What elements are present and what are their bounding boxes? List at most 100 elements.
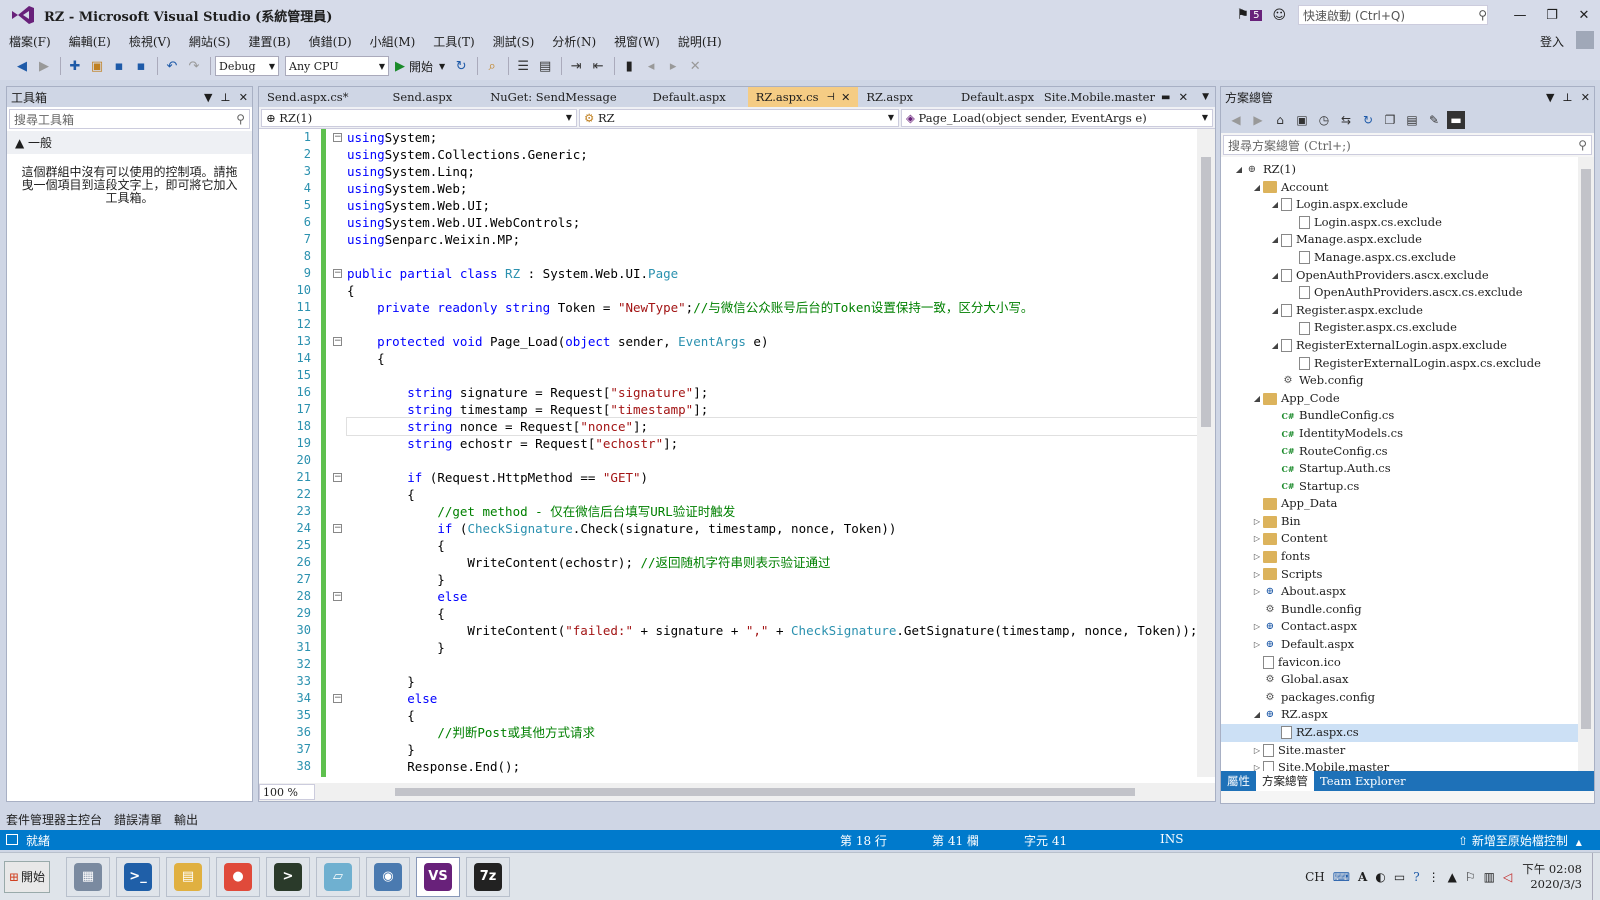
show-desktop-button[interactable] [1592, 853, 1600, 900]
pin-icon[interactable]: ⊥ [1562, 91, 1572, 104]
tree-item[interactable]: C# RouteConfig.cs [1221, 443, 1594, 461]
tab-send-aspx[interactable]: Send.aspx [384, 87, 460, 107]
tree-item[interactable]: RegisterExternalLogin.aspx.cs.exclude [1221, 355, 1594, 373]
code-line[interactable]: private readonly string Token = "NewType… [347, 299, 1197, 316]
sign-in-link[interactable]: 登入 [1540, 33, 1564, 50]
code-line[interactable] [347, 316, 1197, 333]
code-line[interactable]: if (Request.HttpMethod == "GET") [347, 469, 1197, 486]
code-line[interactable]: string echostr = Request["echostr"]; [347, 435, 1197, 452]
add-to-source-control-button[interactable]: ⇧ 新增至原始檔控制 ▲ [1458, 832, 1582, 849]
code-line[interactable] [347, 452, 1197, 469]
tree-item[interactable]: ⚙ Bundle.config [1221, 601, 1594, 619]
menu-build[interactable]: 建置(B) [239, 33, 299, 50]
collapse-icon[interactable]: − [333, 592, 342, 601]
action-center-flag-icon[interactable]: ⚐ [1465, 870, 1476, 884]
ime-icon[interactable]: ⌨ [1333, 870, 1350, 884]
code-line[interactable]: WriteContent(echostr); //返回随机字符串则表示验证通过 [347, 554, 1197, 571]
keyboard-icon[interactable]: ▭ [1394, 870, 1405, 884]
pin-icon[interactable]: ▬ [1161, 92, 1170, 103]
expanded-icon[interactable]: ◢ [1251, 179, 1263, 197]
expanded-icon[interactable]: ◢ [1269, 337, 1281, 355]
code-line[interactable]: { [347, 707, 1197, 724]
show-all-files-icon[interactable]: ▤ [1403, 111, 1421, 129]
new-project-icon[interactable]: ✚ [65, 56, 85, 76]
tree-item[interactable]: Manage.aspx.cs.exclude [1221, 249, 1594, 267]
editor-vertical-scrollbar[interactable] [1197, 129, 1215, 777]
solution-vertical-scrollbar[interactable] [1578, 157, 1594, 771]
expanded-icon[interactable]: ◢ [1269, 231, 1281, 249]
platform-dropdown[interactable]: Any CPU ▼ [285, 56, 389, 76]
volume-icon[interactable]: ◁ [1503, 870, 1512, 884]
tree-item[interactable]: ◢ Manage.aspx.exclude [1221, 231, 1594, 249]
zoom-dropdown[interactable]: 100 % [259, 784, 315, 800]
menu-analyze[interactable]: 分析(N) [543, 33, 605, 50]
next-bookmark-icon[interactable]: ▸ [663, 56, 683, 76]
options-icon[interactable]: ⋮ [1428, 870, 1440, 884]
tree-item[interactable]: ◢ ⊕ RZ(1) [1221, 161, 1594, 179]
toolbox-search-input[interactable]: 搜尋工具箱 ⚲ [9, 109, 250, 129]
menu-view[interactable]: 檢視(V) [120, 33, 180, 50]
collapsed-icon[interactable]: ▷ [1251, 759, 1263, 771]
scrollbar-thumb[interactable] [395, 788, 1135, 796]
menu-tools[interactable]: 工具(T) [424, 33, 483, 50]
tree-item[interactable]: ▷ ⊕ Default.aspx [1221, 636, 1594, 654]
tab-rz-aspx[interactable]: RZ.aspx [858, 87, 921, 107]
collapse-icon[interactable]: − [333, 269, 342, 278]
tree-item[interactable]: Login.aspx.cs.exclude [1221, 214, 1594, 232]
avatar[interactable] [1576, 31, 1594, 49]
outdent-icon[interactable]: ⇤ [588, 56, 608, 76]
collapse-icon[interactable]: − [333, 133, 342, 142]
tree-item[interactable]: ◢ Register.aspx.exclude [1221, 302, 1594, 320]
taskbar-app-cmd[interactable]: > [266, 856, 310, 897]
collapse-icon[interactable]: − [333, 337, 342, 346]
collapse-icon[interactable]: − [333, 524, 342, 533]
tab-error-list[interactable]: 錯誤清單 [108, 811, 168, 828]
font-icon[interactable]: A [1358, 870, 1367, 884]
back-icon[interactable]: ◀ [1227, 111, 1245, 129]
ime-mode-icon[interactable]: ◐ [1375, 870, 1385, 884]
menu-window[interactable]: 視窗(W) [605, 33, 669, 50]
code-line[interactable]: } [347, 775, 1197, 777]
prev-bookmark-icon[interactable]: ◂ [641, 56, 661, 76]
code-line[interactable]: Response.End(); [347, 758, 1197, 775]
menu-help[interactable]: 說明(H) [669, 33, 731, 50]
collapsed-icon[interactable]: ▷ [1251, 636, 1263, 654]
bookmark-icon[interactable]: ▮ [619, 56, 639, 76]
network-icon[interactable]: ▥ [1484, 870, 1495, 884]
tree-item[interactable]: ▷ Bin [1221, 513, 1594, 531]
code-line[interactable]: { [347, 350, 1197, 367]
tree-item[interactable]: ⚙ Global.asax [1221, 671, 1594, 689]
indent-icon[interactable]: ⇥ [566, 56, 586, 76]
tree-item[interactable]: RZ.aspx.cs [1221, 724, 1594, 742]
code-line[interactable]: } [347, 571, 1197, 588]
code-line[interactable]: usingSystem.Collections.Generic; [347, 146, 1197, 163]
tree-item[interactable]: Register.aspx.cs.exclude [1221, 319, 1594, 337]
project-dropdown[interactable]: ⊕ RZ(1) ▼ [261, 108, 577, 127]
solution-configuration-dropdown[interactable]: Debug ▼ [215, 56, 279, 76]
code-line[interactable]: usingSenparc.Weixin.MP; [347, 231, 1197, 248]
input-language[interactable]: CH [1305, 870, 1325, 884]
close-icon[interactable]: ✕ [239, 91, 248, 104]
minimize-button[interactable]: — [1504, 8, 1536, 23]
expanded-icon[interactable]: ◢ [1269, 267, 1281, 285]
refresh-icon[interactable]: ↻ [1359, 111, 1377, 129]
code-line[interactable]: //判断Post或其他方式请求 [347, 724, 1197, 741]
chevron-down-icon[interactable]: ▼ [1546, 91, 1554, 104]
code-line[interactable]: if (CheckSignature.Check(signature, time… [347, 520, 1197, 537]
collapsed-icon[interactable]: ▷ [1251, 566, 1263, 584]
tree-item[interactable]: ◢ RegisterExternalLogin.aspx.exclude [1221, 337, 1594, 355]
expanded-icon[interactable]: ◢ [1233, 161, 1245, 179]
menu-file[interactable]: 檔案(F) [0, 33, 60, 50]
tree-item[interactable]: ▷ ⊕ Contact.aspx [1221, 618, 1594, 636]
layout-icon[interactable]: ▤ [535, 56, 555, 76]
tree-item[interactable]: ◢ Login.aspx.exclude [1221, 196, 1594, 214]
tab-site-mobile-master[interactable]: Site.Mobile.master ▬ ✕ [1036, 87, 1196, 107]
properties-icon[interactable]: ✎ [1425, 111, 1443, 129]
code-line[interactable]: } [347, 639, 1197, 656]
collapsed-icon[interactable]: ▷ [1251, 618, 1263, 636]
taskbar-app-7zip[interactable]: 7z [466, 856, 510, 897]
collapsed-icon[interactable]: ▷ [1251, 530, 1263, 548]
menu-team[interactable]: 小組(M) [361, 33, 425, 50]
taskbar-app-visual-studio[interactable]: VS [416, 856, 460, 897]
collapse-icon[interactable]: − [333, 473, 342, 482]
